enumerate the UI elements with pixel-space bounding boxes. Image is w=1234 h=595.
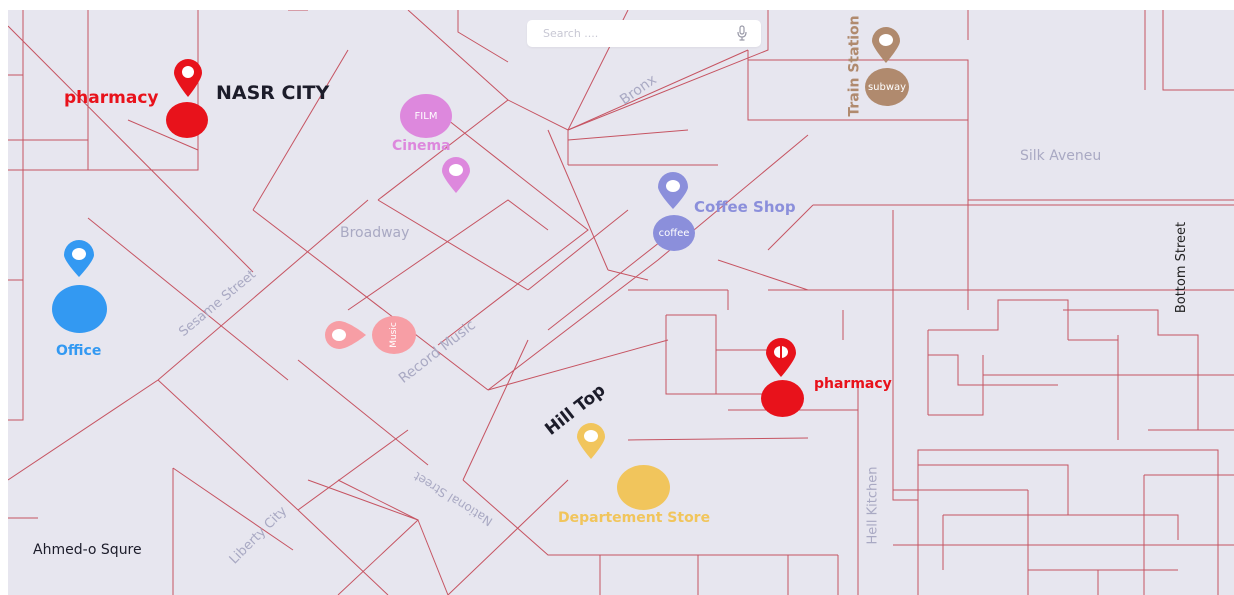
cinema-label: Cinema bbox=[392, 138, 451, 154]
music-badge-label: Music bbox=[388, 322, 399, 348]
department-store-marker[interactable] bbox=[617, 465, 670, 510]
area-label-ahmed-square: Ahmed-o Squre bbox=[33, 542, 142, 558]
search-input[interactable] bbox=[527, 20, 733, 47]
area-label-nasr-city: NASR CITY bbox=[216, 82, 330, 104]
pharmacy-pin-icon[interactable] bbox=[764, 338, 798, 382]
office-label: Office bbox=[56, 343, 102, 359]
subway-pin-icon[interactable] bbox=[870, 26, 902, 68]
music-pin-icon[interactable] bbox=[321, 318, 367, 356]
pharmacy-label: pharmacy bbox=[814, 376, 892, 392]
coffee-marker[interactable]: coffee bbox=[653, 215, 695, 251]
street-label-bottom: Bottom Street bbox=[1174, 221, 1190, 314]
coffee-shop-label: Coffee Shop bbox=[694, 198, 796, 216]
cinema-badge-label: FILM bbox=[414, 110, 438, 122]
cinema-marker[interactable]: FILM bbox=[400, 94, 452, 138]
department-store-label: Departement Store bbox=[558, 510, 711, 526]
subway-marker[interactable]: subway bbox=[865, 68, 909, 106]
microphone-icon[interactable] bbox=[737, 25, 747, 45]
street-label-broadway: Broadway bbox=[340, 225, 410, 241]
pharmacy-label: pharmacy bbox=[64, 88, 159, 108]
pharmacy-pin-icon[interactable] bbox=[172, 58, 204, 102]
street-label-hell-kitchen: Hell Kitchen bbox=[865, 466, 881, 545]
street-label-train-station: Train Station bbox=[846, 15, 863, 117]
map-canvas[interactable]: Bronx Broadway Sesame Street Record Musi… bbox=[8, 10, 1234, 595]
cinema-pin-icon[interactable] bbox=[440, 156, 472, 198]
office-marker[interactable] bbox=[52, 285, 107, 333]
coffee-pin-icon[interactable] bbox=[656, 172, 690, 214]
office-pin-icon[interactable] bbox=[62, 240, 96, 282]
search-bar[interactable] bbox=[527, 20, 761, 47]
subway-badge-label: subway bbox=[867, 81, 907, 93]
coffee-badge-label: coffee bbox=[658, 227, 690, 239]
pharmacy-marker[interactable] bbox=[761, 380, 804, 417]
pharmacy-marker[interactable] bbox=[166, 102, 208, 138]
street-label-silk: Silk Aveneu bbox=[1020, 148, 1102, 164]
music-marker[interactable]: Music bbox=[372, 316, 416, 354]
department-store-pin-icon[interactable] bbox=[575, 422, 607, 464]
